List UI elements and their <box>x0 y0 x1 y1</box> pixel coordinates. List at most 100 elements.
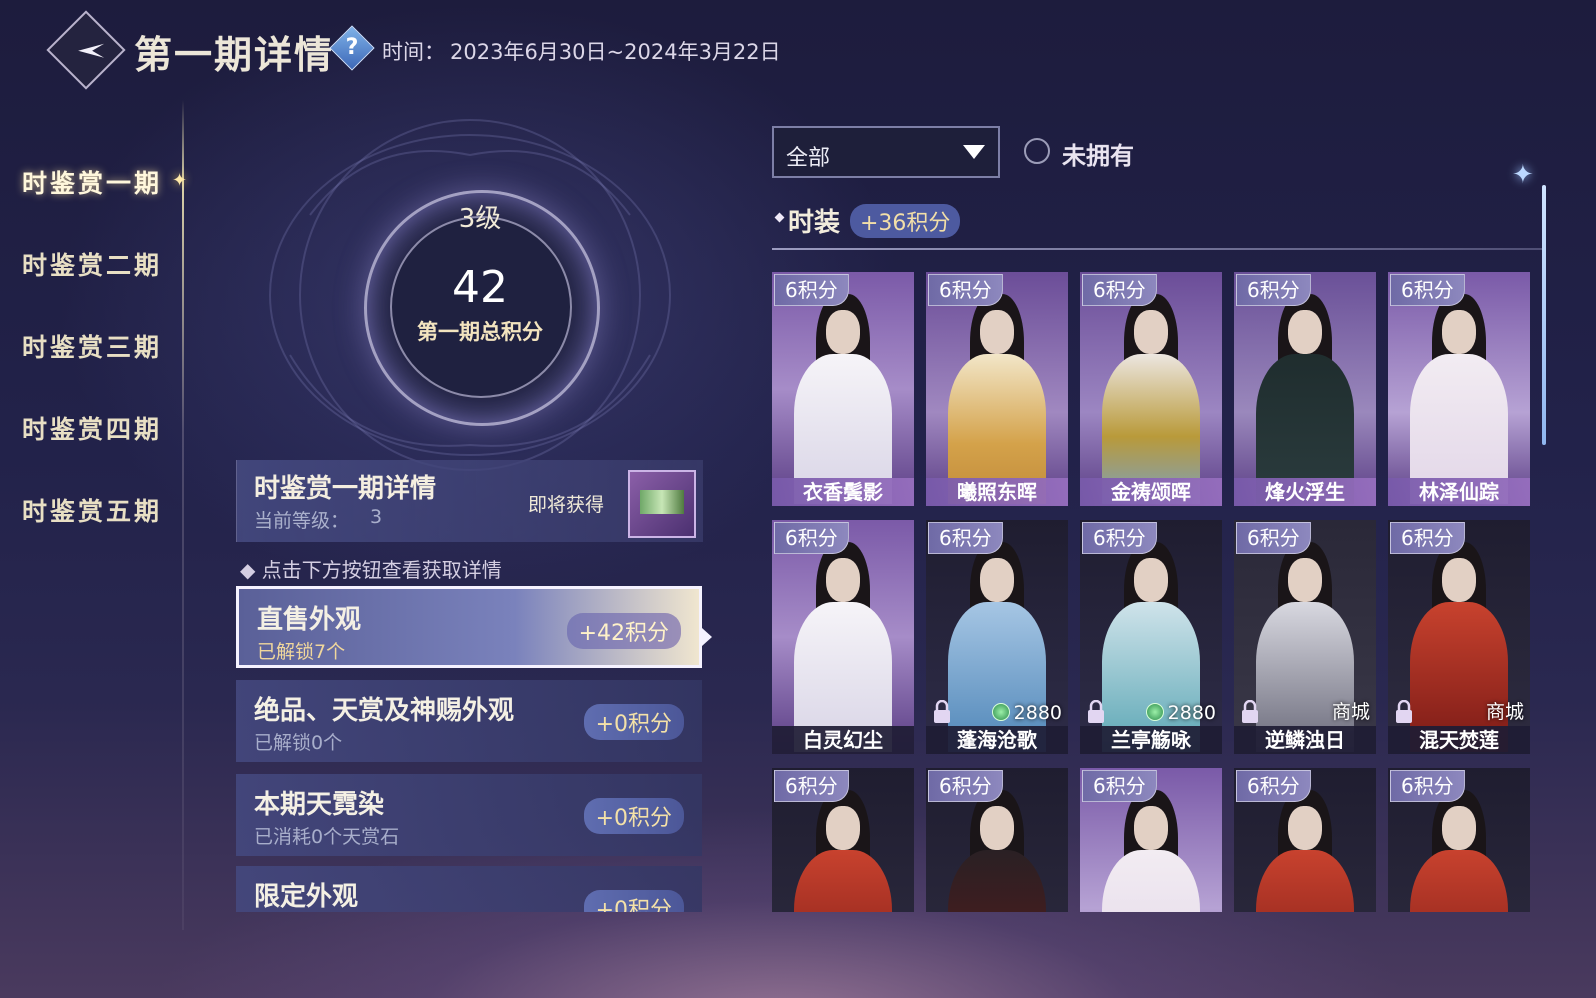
back-arrow-icon <box>78 43 105 58</box>
points-badge: 6积分 <box>1236 522 1311 554</box>
outfit-price-value: 商城 <box>1331 701 1370 723</box>
nav-item-period-2[interactable]: 时鉴赏二期 <box>22 246 162 282</box>
outfit-price: 商城 <box>1332 697 1370 724</box>
category-title: 本期天霓染 <box>254 790 385 820</box>
outfit-figure-head <box>1288 310 1322 354</box>
category-subtitle: 已解锁0个 <box>254 732 343 754</box>
outfit-card[interactable]: 6积分 2880 兰亭觞咏 <box>1080 520 1222 754</box>
points-badge: 6积分 <box>928 274 1003 306</box>
outfit-name: 混天焚莲 <box>1388 726 1530 754</box>
outfit-name: 衣香鬓影 <box>772 478 914 506</box>
outfit-name: 兰亭觞咏 <box>1080 726 1222 754</box>
outfit-price-value: 2880 <box>1013 702 1062 724</box>
points-badge: 6积分 <box>928 770 1003 802</box>
outfit-price: 2880 <box>1145 702 1216 724</box>
sparkle-icon: ✦ <box>1512 160 1534 190</box>
outfit-card[interactable]: 6积分 林泽仙踪 <box>1388 272 1530 506</box>
category-title: 直售外观 <box>257 605 362 635</box>
not-owned-radio[interactable] <box>1024 138 1050 164</box>
lock-icon <box>1396 700 1412 723</box>
outfit-grid: 6积分 衣香鬓影 6积分 曦照东晖 6积分 金祷颂晖 6积分 烽火浮生 6积分 林泽仙踪 … <box>772 272 1544 912</box>
nav-divider <box>182 100 184 930</box>
outfit-name: 蓬海沧歌 <box>926 726 1068 754</box>
time-value: 2023年6月30日~2024年3月22日 <box>450 40 781 64</box>
category-limited-clip: 限定外观 +0积分 <box>236 866 702 912</box>
category-limited[interactable]: 限定外观 +0积分 <box>236 866 702 912</box>
category-score: +42积分 <box>566 613 681 649</box>
outfit-card[interactable]: 6积分 <box>1234 768 1376 912</box>
outfit-card[interactable]: 6积分 <box>926 768 1068 912</box>
hint-text: ◆ 点击下方按钮查看获取详情 <box>240 558 502 582</box>
section-divider <box>772 248 1544 250</box>
time-label: 时间： <box>382 40 445 64</box>
outfit-card[interactable]: 6积分 <box>772 768 914 912</box>
outfit-card[interactable]: 6积分 金祷颂晖 <box>1080 272 1222 506</box>
selected-arrow-icon <box>702 628 712 646</box>
outfit-name: 金祷颂晖 <box>1080 478 1222 506</box>
category-premium[interactable]: 绝品、天赏及神赐外观 已解锁0个 +0积分 <box>236 680 702 762</box>
chevron-down-icon <box>963 145 985 159</box>
total-score: 42 <box>452 262 508 313</box>
outfit-price-value: 商城 <box>1485 701 1524 723</box>
outfit-figure-head <box>980 806 1014 850</box>
outfit-figure-head <box>826 806 860 850</box>
lock-icon <box>934 700 950 723</box>
filter-selected-value: 全部 <box>786 146 831 171</box>
outfit-figure-head <box>826 310 860 354</box>
outfit-figure-head <box>1442 806 1476 850</box>
category-score: +0积分 <box>583 890 684 912</box>
upcoming-reward-thumbnail[interactable] <box>628 470 696 538</box>
outfit-figure-head <box>1442 310 1476 354</box>
points-badge: 6积分 <box>1082 770 1157 802</box>
lock-icon <box>1242 700 1258 723</box>
outfit-card[interactable]: 6积分 2880 蓬海沧歌 <box>926 520 1068 754</box>
jade-currency-icon <box>1145 703 1164 721</box>
outfit-name: 逆鳞浊日 <box>1234 726 1376 754</box>
category-score: +0积分 <box>583 704 684 740</box>
help-icon[interactable]: ? <box>329 25 375 71</box>
points-badge: 6积分 <box>1236 770 1311 802</box>
points-badge: 6积分 <box>774 522 849 554</box>
points-badge: 6积分 <box>774 274 849 306</box>
lock-icon <box>1088 700 1104 723</box>
nav-item-period-1[interactable]: 时鉴赏一期 <box>22 164 162 200</box>
points-badge: 6积分 <box>1390 522 1465 554</box>
category-title: 限定外观 <box>254 882 359 912</box>
outfit-figure-head <box>980 310 1014 354</box>
back-button[interactable] <box>46 10 126 90</box>
outfit-card[interactable]: 6积分 烽火浮生 <box>1234 272 1376 506</box>
detail-level-value: 3 <box>370 506 383 528</box>
section-title: 时装 <box>788 208 841 238</box>
outfit-card[interactable]: 6积分 商城混天焚莲 <box>1388 520 1530 754</box>
total-score-label: 第一期总积分 <box>417 319 543 344</box>
jade-currency-icon <box>991 703 1010 721</box>
active-nav-marker-icon: ✦ <box>172 170 188 191</box>
category-subtitle: 已消耗0个天赏石 <box>254 826 400 848</box>
filter-dropdown[interactable]: 全部 <box>772 126 1000 178</box>
outfit-figure-head <box>1134 806 1168 850</box>
points-badge: 6积分 <box>928 522 1003 554</box>
category-subtitle: 已解锁7个 <box>257 641 346 663</box>
category-direct-sale[interactable]: 直售外观 已解锁7个 +42积分 <box>236 586 702 668</box>
outfit-card[interactable]: 6积分曦照东晖 <box>926 272 1068 506</box>
category-dye[interactable]: 本期天霓染 已消耗0个天赏石 +0积分 <box>236 774 702 856</box>
outfit-figure-head <box>826 558 860 602</box>
outfit-card[interactable]: 6积分 商城逆鳞浊日 <box>1234 520 1376 754</box>
nav-item-period-3[interactable]: 时鉴赏三期 <box>22 328 162 364</box>
outfit-card[interactable]: 6积分衣香鬓影 <box>772 272 914 506</box>
not-owned-label[interactable]: 未拥有 <box>1062 136 1134 171</box>
nav-item-period-4[interactable]: 时鉴赏四期 <box>22 410 162 446</box>
points-badge: 6积分 <box>774 770 849 802</box>
outfit-price-value: 2880 <box>1167 702 1216 724</box>
outfit-card[interactable]: 6积分 <box>1080 768 1222 912</box>
outfit-name: 林泽仙踪 <box>1388 478 1530 506</box>
outfit-card[interactable]: 6积分 <box>1388 768 1530 912</box>
outfit-card[interactable]: 6积分 白灵幻尘 <box>772 520 914 754</box>
outfit-name: 曦照东晖 <box>926 478 1068 506</box>
nav-item-period-5[interactable]: 时鉴赏五期 <box>22 492 162 528</box>
detail-title: 时鉴赏一期详情 <box>254 474 437 504</box>
upcoming-reward-label: 即将获得 <box>528 494 605 516</box>
points-badge: 6积分 <box>1082 522 1157 554</box>
category-title: 绝品、天赏及神赐外观 <box>254 696 515 726</box>
outfit-price: 2880 <box>991 702 1062 724</box>
